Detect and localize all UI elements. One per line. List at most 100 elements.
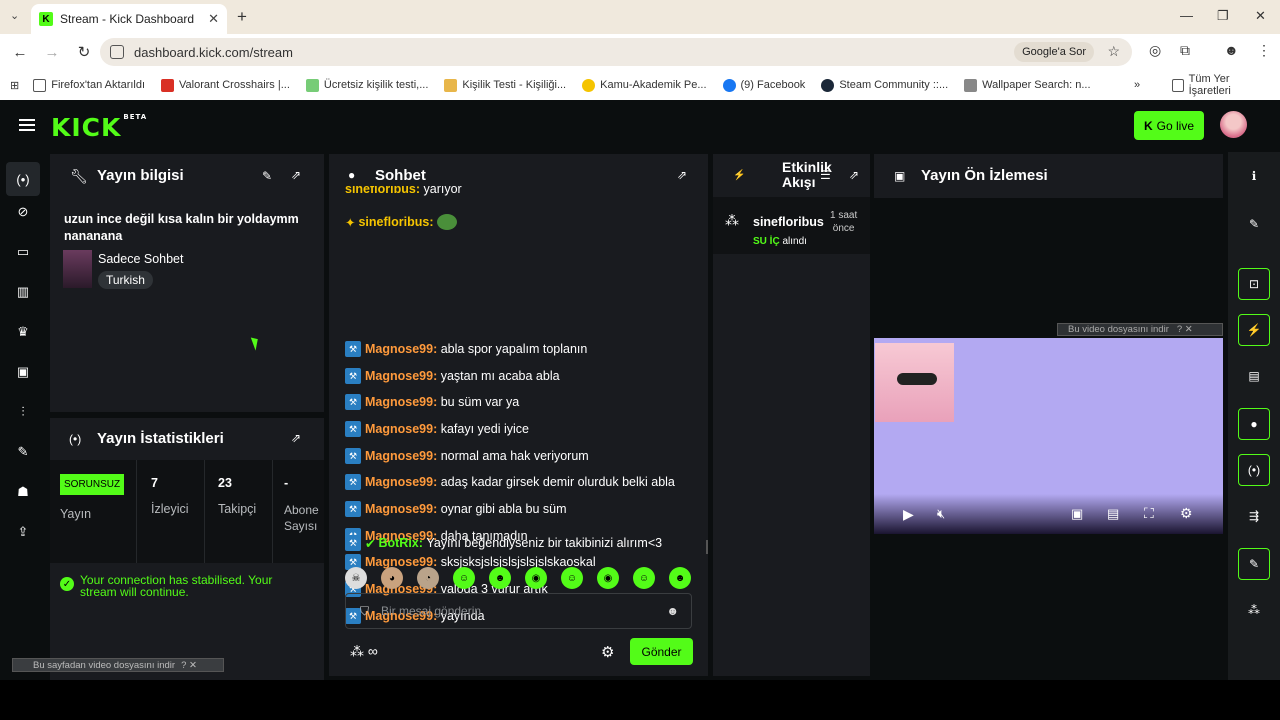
dog-emote-icon[interactable]: ◕ [381, 567, 403, 589]
menu-dots-icon[interactable]: ⋮ [1257, 42, 1271, 59]
bookmark-item[interactable]: Ücretsiz kişilik testi,... [305, 78, 428, 92]
chat-settings-gear-icon[interactable]: ⚙ [601, 643, 614, 661]
edit-icon[interactable]: ✎ [1238, 208, 1270, 240]
popout-icon[interactable]: ⇗ [849, 168, 859, 182]
chat-username[interactable]: BotRix: [378, 536, 422, 550]
wrench-icon[interactable]: ✎ [1238, 548, 1270, 580]
video-player[interactable]: ▶ 🔇︎ ▣ ▤ ⛶ ⚙ [874, 338, 1223, 534]
chat-icon[interactable]: ● [1238, 408, 1270, 440]
window-icon[interactable]: ▭ [13, 242, 33, 262]
chart-icon[interactable]: ▥ [13, 282, 33, 302]
kick-emote-icon[interactable]: ☺ [561, 567, 583, 589]
chat-username[interactable]: Magnose99: [365, 342, 437, 356]
back-icon[interactable]: ← [8, 44, 32, 61]
capture-icon[interactable]: ⊡ [1238, 268, 1270, 300]
bolt-icon[interactable]: ⚡ [1238, 314, 1270, 346]
chat-username[interactable]: Magnose99: [365, 395, 437, 409]
wrench-icon[interactable]: ✎ [13, 442, 33, 462]
chat-username[interactable]: sinefloribus: [345, 186, 420, 196]
kick-emote-icon[interactable]: ☺ [453, 567, 475, 589]
bookmark-item[interactable]: (9) Facebook [722, 78, 805, 92]
forward-icon[interactable]: → [40, 44, 64, 61]
stream-broadcast-icon[interactable]: (•) [6, 162, 40, 196]
puzzle-icon[interactable]: ⧉ [1180, 42, 1190, 59]
points-icon[interactable]: ⁂ ∞ [350, 643, 378, 660]
link-icon[interactable]: ⊘ [13, 202, 33, 222]
cat-emote-icon[interactable]: ◔ [417, 567, 439, 589]
skull-emote-icon[interactable]: ☠ [345, 567, 367, 589]
tips-icon[interactable]: ⁂ [1238, 594, 1270, 626]
bookmark-item[interactable]: Kişilik Testi - Kişiliği... [444, 78, 566, 92]
video-icon[interactable]: ▣ [13, 362, 33, 382]
settings-gear-icon[interactable]: ⚙ [1180, 505, 1193, 522]
bookmark-item[interactable]: Firefox'tan Aktarıldı [33, 78, 145, 92]
profile-icon[interactable]: ☻ [1224, 42, 1239, 58]
chat-username[interactable]: Magnose99: [365, 369, 437, 383]
bookmark-item[interactable]: Steam Community ::... [821, 78, 948, 92]
send-button[interactable]: Gönder [630, 638, 693, 665]
kick-emote-icon[interactable]: ☺ [633, 567, 655, 589]
hint-close-icon[interactable]: ? ✕ [1177, 324, 1193, 335]
menu-hamburger-icon[interactable] [19, 119, 35, 131]
tab-close-icon[interactable]: ✕ [208, 11, 219, 27]
kick-emote-icon[interactable]: ◉ [597, 567, 619, 589]
fullscreen-icon[interactable]: ⛶ [1144, 505, 1154, 522]
upload-icon[interactable]: ⇪ [13, 522, 33, 542]
kick-emote-icon[interactable]: ◉ [525, 567, 547, 589]
chat-scrollbar[interactable] [706, 540, 708, 554]
layout-icon[interactable]: ⇶ [1238, 500, 1270, 532]
bookmark-item[interactable]: Wallpaper Search: n... [964, 78, 1091, 92]
info-icon[interactable]: ℹ [1238, 160, 1270, 192]
miniplayer-icon[interactable]: ▣ [1071, 506, 1083, 522]
emoji-icon[interactable]: ☻ [666, 604, 679, 618]
address-bar[interactable]: dashboard.kick.com/stream Google'a Sor ☆ [100, 38, 1132, 66]
maximize-icon[interactable]: ❐ [1217, 8, 1229, 24]
chat-username[interactable]: Magnose99: [365, 449, 437, 463]
trophy-icon[interactable]: ♛ [13, 322, 33, 342]
ask-google-button[interactable]: Google'a Sor [1014, 42, 1094, 62]
chat-username[interactable]: sinefloribus: [358, 215, 433, 229]
filter-icon[interactable]: ☰ [820, 168, 831, 182]
hint-close-icon[interactable]: ? ✕ [181, 660, 197, 671]
check-icon: ✓ [60, 577, 74, 591]
activity-user[interactable]: sinefloribus [753, 215, 824, 229]
play-icon[interactable]: ▶ [903, 506, 914, 523]
all-bookmarks[interactable]: Tüm Yer İşaretleri [1172, 73, 1264, 97]
mute-icon[interactable]: 🔇︎ [937, 506, 945, 522]
video-download-hint[interactable]: Bu video dosyasını indir ? ✕ [1057, 323, 1223, 336]
chat-username[interactable]: Magnose99: [365, 475, 437, 489]
user-avatar[interactable] [1220, 111, 1247, 138]
browser-tab[interactable]: K Stream - Kick Dashboard ✕ [31, 4, 227, 34]
site-info-icon[interactable] [110, 45, 124, 59]
popout-icon[interactable]: ⇗ [291, 168, 301, 182]
page-download-hint[interactable]: Bu sayfadan video dosyasını indir ? ✕ [12, 658, 224, 672]
new-tab-icon[interactable]: + [237, 7, 247, 27]
notes-icon[interactable]: ▤ [1238, 360, 1270, 392]
apps-icon[interactable]: ⊞ [10, 79, 19, 92]
chat-input[interactable]: ⛉ Bir mesaj gönderin ☻ [345, 593, 692, 629]
theater-icon[interactable]: ▤ [1107, 506, 1119, 522]
stat-value: 23 [218, 476, 232, 490]
category-name[interactable]: Sadece Sohbet [98, 252, 184, 266]
bookmark-item[interactable]: Kamu-Akademik Pe... [582, 78, 707, 92]
more-bookmarks-icon[interactable]: » [1134, 79, 1140, 91]
minimize-icon[interactable]: — [1180, 8, 1193, 23]
popout-icon[interactable]: ⇗ [677, 168, 687, 182]
edit-icon[interactable]: ✎ [262, 169, 272, 183]
reload-icon[interactable]: ↻ [72, 43, 96, 61]
extension-icon[interactable]: ◎ [1149, 42, 1161, 59]
analytics-icon[interactable]: ⫶ [13, 402, 33, 422]
kick-emote-icon[interactable]: ☻ [489, 567, 511, 589]
kick-emote-icon[interactable]: ☻ [669, 567, 691, 589]
kick-logo[interactable]: KICK BETA [51, 113, 147, 142]
chat-username[interactable]: Magnose99: [365, 502, 437, 516]
broadcast-icon[interactable]: (•) [1238, 454, 1270, 486]
bookmark-star-icon[interactable]: ☆ [1107, 43, 1120, 60]
users-icon[interactable]: ☗ [13, 482, 33, 502]
go-live-button[interactable]: K Go live [1134, 111, 1204, 140]
chat-username[interactable]: Magnose99: [365, 422, 437, 436]
close-window-icon[interactable]: ✕ [1255, 8, 1266, 24]
popout-icon[interactable]: ⇗ [291, 431, 301, 445]
tab-search-icon[interactable]: ⌄ [10, 9, 19, 22]
bookmark-item[interactable]: Valorant Crosshairs |... [161, 78, 290, 92]
